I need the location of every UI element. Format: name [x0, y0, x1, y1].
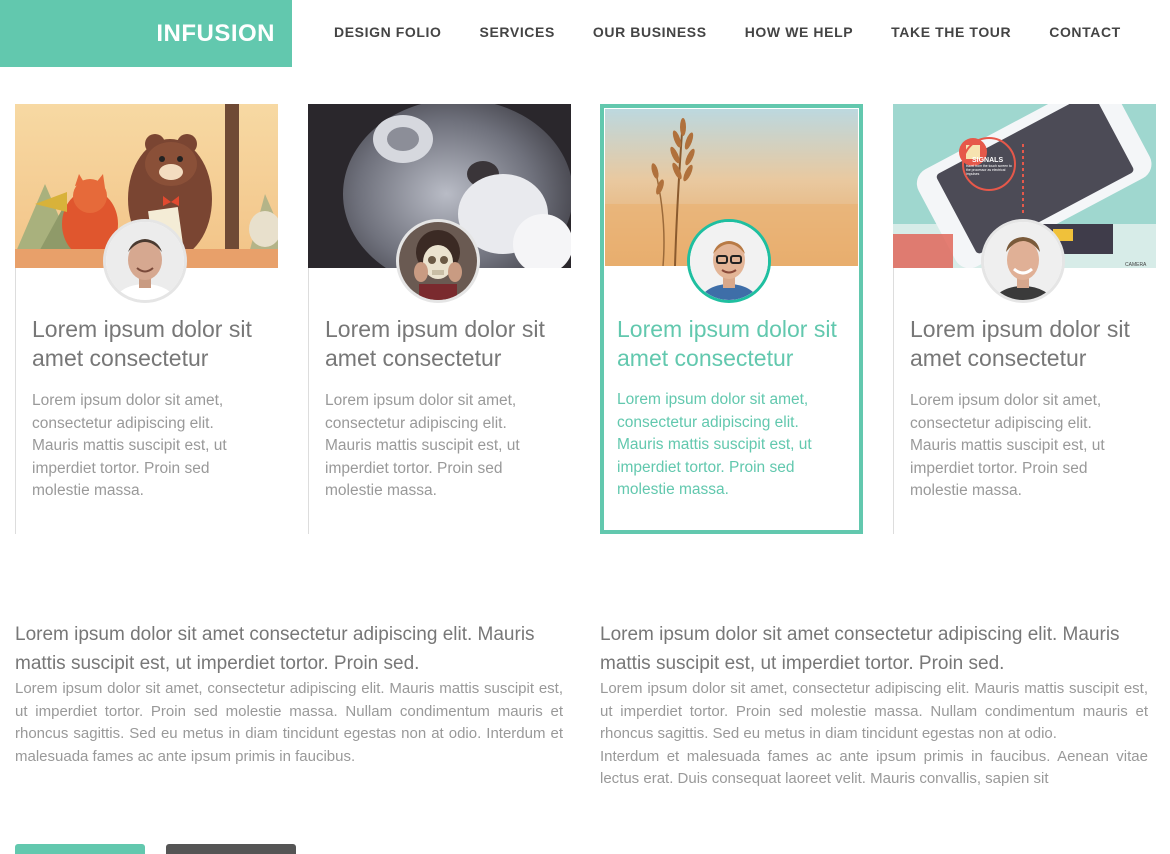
card-divider: [893, 268, 894, 534]
column-lead: Lorem ipsum dolor sit amet consectetur a…: [15, 624, 535, 674]
card-title: Lorem ipsum dolor sit amet consectetur: [325, 316, 545, 371]
card-text: Lorem ipsum dolor sit amet, consectetur …: [325, 392, 520, 500]
avatar: [103, 219, 187, 303]
content-column-right: Lorem ipsum dolor sit amet consectetur a…: [600, 620, 1148, 791]
primary-button[interactable]: [15, 844, 145, 854]
avatar: [981, 219, 1065, 303]
site-logo[interactable]: INFUSION: [0, 0, 292, 67]
camera-label: CAMERA: [1125, 262, 1147, 268]
card-title: Lorem ipsum dolor sit amet consectetur: [32, 316, 252, 371]
nav-contact[interactable]: CONTACT: [1049, 24, 1121, 40]
avatar: [687, 219, 771, 303]
team-card[interactable]: Lorem ipsum dolor sit amet consectetur L…: [15, 104, 278, 534]
card-title: Lorem ipsum dolor sit amet consectetur: [617, 316, 837, 371]
signals-caption: travel from the touch screen to the proc…: [966, 164, 1012, 176]
team-card[interactable]: Lorem ipsum dolor sit amet consectetur L…: [308, 104, 571, 534]
main-nav: DESIGN FOLIO SERVICES OUR BUSINESS HOW W…: [334, 0, 1121, 64]
logo-text: INFUSION: [156, 19, 275, 47]
nav-services[interactable]: SERVICES: [480, 24, 555, 40]
nav-design-folio[interactable]: DESIGN FOLIO: [334, 24, 442, 40]
content-column-left: Lorem ipsum dolor sit amet consectetur a…: [15, 620, 563, 768]
nav-how-we-help[interactable]: HOW WE HELP: [745, 24, 853, 40]
column-lead: Lorem ipsum dolor sit amet consectetur a…: [600, 624, 1120, 674]
card-title: Lorem ipsum dolor sit amet consectetur: [910, 316, 1130, 371]
avatar: [396, 219, 480, 303]
site-header: INFUSION DESIGN FOLIO SERVICES OUR BUSIN…: [0, 0, 1170, 68]
team-card[interactable]: SIGNALS travel from the touch screen to …: [893, 104, 1156, 534]
signals-label: SIGNALS: [972, 157, 1003, 164]
card-divider: [15, 268, 16, 534]
column-paragraph: Lorem ipsum dolor sit amet, consectetur …: [15, 680, 563, 765]
nav-our-business[interactable]: OUR BUSINESS: [593, 24, 707, 40]
team-card-active[interactable]: Lorem ipsum dolor sit amet consectetur L…: [600, 104, 863, 534]
secondary-button[interactable]: [166, 844, 296, 854]
card-divider: [308, 268, 309, 534]
column-paragraph: Interdum et malesuada fames ac ante ipsu…: [600, 747, 1148, 788]
nav-take-the-tour[interactable]: TAKE THE TOUR: [891, 24, 1011, 40]
card-text: Lorem ipsum dolor sit amet, consectetur …: [617, 391, 812, 499]
card-text: Lorem ipsum dolor sit amet, consectetur …: [32, 392, 227, 500]
column-paragraph: Lorem ipsum dolor sit amet, consectetur …: [600, 680, 1148, 742]
card-text: Lorem ipsum dolor sit amet, consectetur …: [910, 392, 1105, 500]
